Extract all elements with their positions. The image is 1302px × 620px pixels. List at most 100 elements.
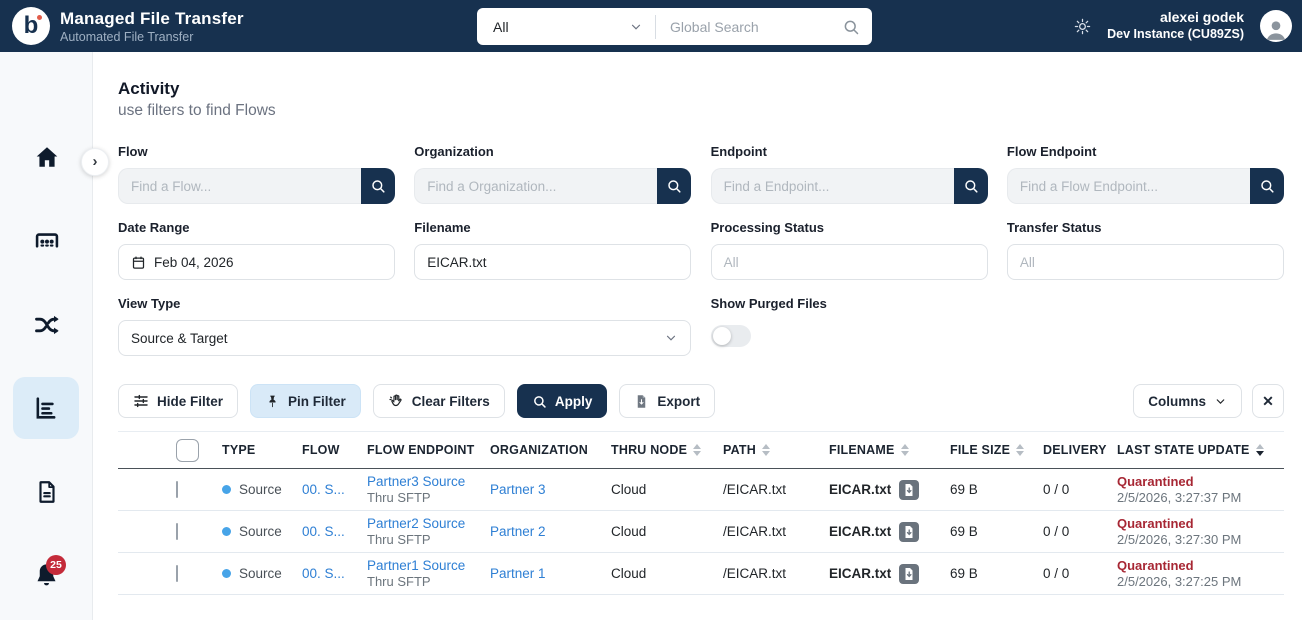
source-type-dot [222, 527, 231, 536]
organization-link[interactable]: Partner 1 [490, 566, 546, 581]
sidebar: 25 › [0, 52, 93, 620]
col-header-last-state-update[interactable]: LAST STATE UPDATE [1117, 443, 1284, 457]
search-icon [1259, 178, 1275, 194]
processing-status-label: Processing Status [711, 220, 988, 235]
activity-chart-icon [32, 394, 60, 422]
processing-status-select[interactable]: All [711, 244, 988, 280]
processing-status-value: All [724, 255, 739, 270]
flow-link[interactable]: 00. S... [302, 482, 345, 497]
search-scope-select[interactable]: All [477, 19, 655, 35]
status-badge: Quarantined [1117, 474, 1194, 489]
col-header-path[interactable]: PATH [723, 443, 829, 457]
columns-button[interactable]: Columns [1133, 384, 1242, 418]
show-purged-label: Show Purged Files [711, 296, 988, 311]
show-purged-toggle[interactable] [711, 325, 751, 347]
pin-icon [265, 394, 280, 409]
clear-filters-button[interactable]: Clear Filters [373, 384, 505, 418]
col-header-file-size[interactable]: FILE SIZE [950, 443, 1043, 457]
col-header-type: TYPE [222, 443, 302, 457]
sidebar-expand-button[interactable]: › [81, 148, 109, 176]
endpoint-search-button[interactable] [954, 168, 988, 204]
app-title: Managed File Transfer [60, 9, 244, 29]
user-avatar[interactable] [1260, 10, 1292, 42]
organization-icon [33, 227, 61, 255]
source-type-dot [222, 569, 231, 578]
sidebar-item-home[interactable] [0, 144, 93, 170]
global-search-input[interactable] [656, 19, 842, 35]
download-file-icon[interactable] [899, 564, 919, 584]
flow-endpoint-link[interactable]: Partner2 Source [367, 516, 465, 531]
organization-search-button[interactable] [657, 168, 691, 204]
download-file-icon[interactable] [899, 522, 919, 542]
home-icon [34, 144, 60, 170]
table-row: Source 00. S... Partner3 SourceThru SFTP… [118, 469, 1284, 511]
select-all-checkbox[interactable] [176, 439, 199, 462]
sidebar-item-activity-active[interactable] [13, 377, 79, 439]
user-name: alexei godek [1107, 9, 1244, 27]
transfer-status-select[interactable]: All [1007, 244, 1284, 280]
flow-endpoint-filter-input[interactable] [1007, 168, 1250, 204]
organization-link[interactable]: Partner 2 [490, 524, 546, 539]
hide-filter-button[interactable]: Hide Filter [118, 384, 238, 418]
organization-link[interactable]: Partner 3 [490, 482, 546, 497]
clear-hand-icon [388, 393, 404, 409]
table-row: Source 00. S... Partner1 SourceThru SFTP… [118, 553, 1284, 595]
flow-search-button[interactable] [361, 168, 395, 204]
close-filter-button[interactable]: ✕ [1252, 384, 1284, 418]
sort-icon [901, 444, 909, 456]
flow-endpoint-search-button[interactable] [1250, 168, 1284, 204]
search-scope-value: All [493, 19, 509, 35]
sort-icon [693, 444, 701, 456]
flow-endpoint-link[interactable]: Partner3 Source [367, 474, 465, 489]
activity-table: TYPE FLOW FLOW ENDPOINT ORGANIZATION THR… [118, 431, 1284, 595]
organization-filter-input[interactable] [414, 168, 657, 204]
col-header-flow-endpoint: FLOW ENDPOINT [367, 443, 490, 457]
row-checkbox[interactable] [176, 481, 178, 498]
date-range-input[interactable]: Feb 04, 2026 [118, 244, 395, 280]
organization-filter-label: Organization [414, 144, 691, 159]
date-range-value: Feb 04, 2026 [154, 255, 234, 270]
sort-icon [1016, 444, 1024, 456]
flow-link[interactable]: 00. S... [302, 524, 345, 539]
sidebar-item-organizations[interactable] [0, 227, 93, 255]
row-checkbox[interactable] [176, 565, 178, 582]
row-checkbox[interactable] [176, 523, 178, 540]
pin-filter-button[interactable]: Pin Filter [250, 384, 361, 418]
filename-filter-input[interactable] [427, 255, 678, 270]
export-button[interactable]: Export [619, 384, 715, 418]
notification-badge: 25 [46, 555, 66, 575]
status-badge: Quarantined [1117, 516, 1194, 531]
sort-icon [762, 444, 770, 456]
page-title: Activity [118, 79, 1284, 99]
endpoint-filter-input[interactable] [711, 168, 954, 204]
sidebar-item-flows[interactable] [0, 311, 93, 339]
shuffle-icon [33, 311, 61, 339]
col-header-delivery: DELIVERY [1043, 443, 1117, 457]
flow-link[interactable]: 00. S... [302, 566, 345, 581]
apply-button[interactable]: Apply [517, 384, 608, 418]
app-logo: b [12, 7, 50, 45]
sort-icon-descending [1256, 444, 1264, 456]
search-icon [532, 394, 547, 409]
person-icon [1263, 16, 1289, 42]
search-icon [370, 178, 386, 194]
page-subtitle: use filters to find Flows [118, 102, 1284, 120]
col-header-filename[interactable]: FILENAME [829, 443, 950, 457]
search-icon[interactable] [842, 18, 860, 36]
table-row: Source 00. S... Partner2 SourceThru SFTP… [118, 511, 1284, 553]
filter-toolbar: Hide Filter Pin Filter Clear Filters App… [118, 384, 1284, 418]
chevron-down-icon [1214, 395, 1227, 408]
view-type-select[interactable]: Source & Target [118, 320, 691, 356]
sidebar-item-documents[interactable] [0, 479, 93, 505]
flow-filter-input[interactable] [118, 168, 361, 204]
col-header-thru-node[interactable]: THRU NODE [611, 443, 723, 457]
transfer-status-label: Transfer Status [1007, 220, 1284, 235]
flow-endpoint-link[interactable]: Partner1 Source [367, 558, 465, 573]
logo-dot [37, 15, 42, 20]
download-file-icon[interactable] [899, 480, 919, 500]
export-file-icon [634, 394, 649, 409]
col-header-organization: ORGANIZATION [490, 443, 611, 457]
theme-toggle-sun-icon[interactable] [1074, 18, 1091, 35]
main-content: Activity use filters to find Flows Flow … [94, 52, 1302, 620]
document-icon [34, 479, 60, 505]
